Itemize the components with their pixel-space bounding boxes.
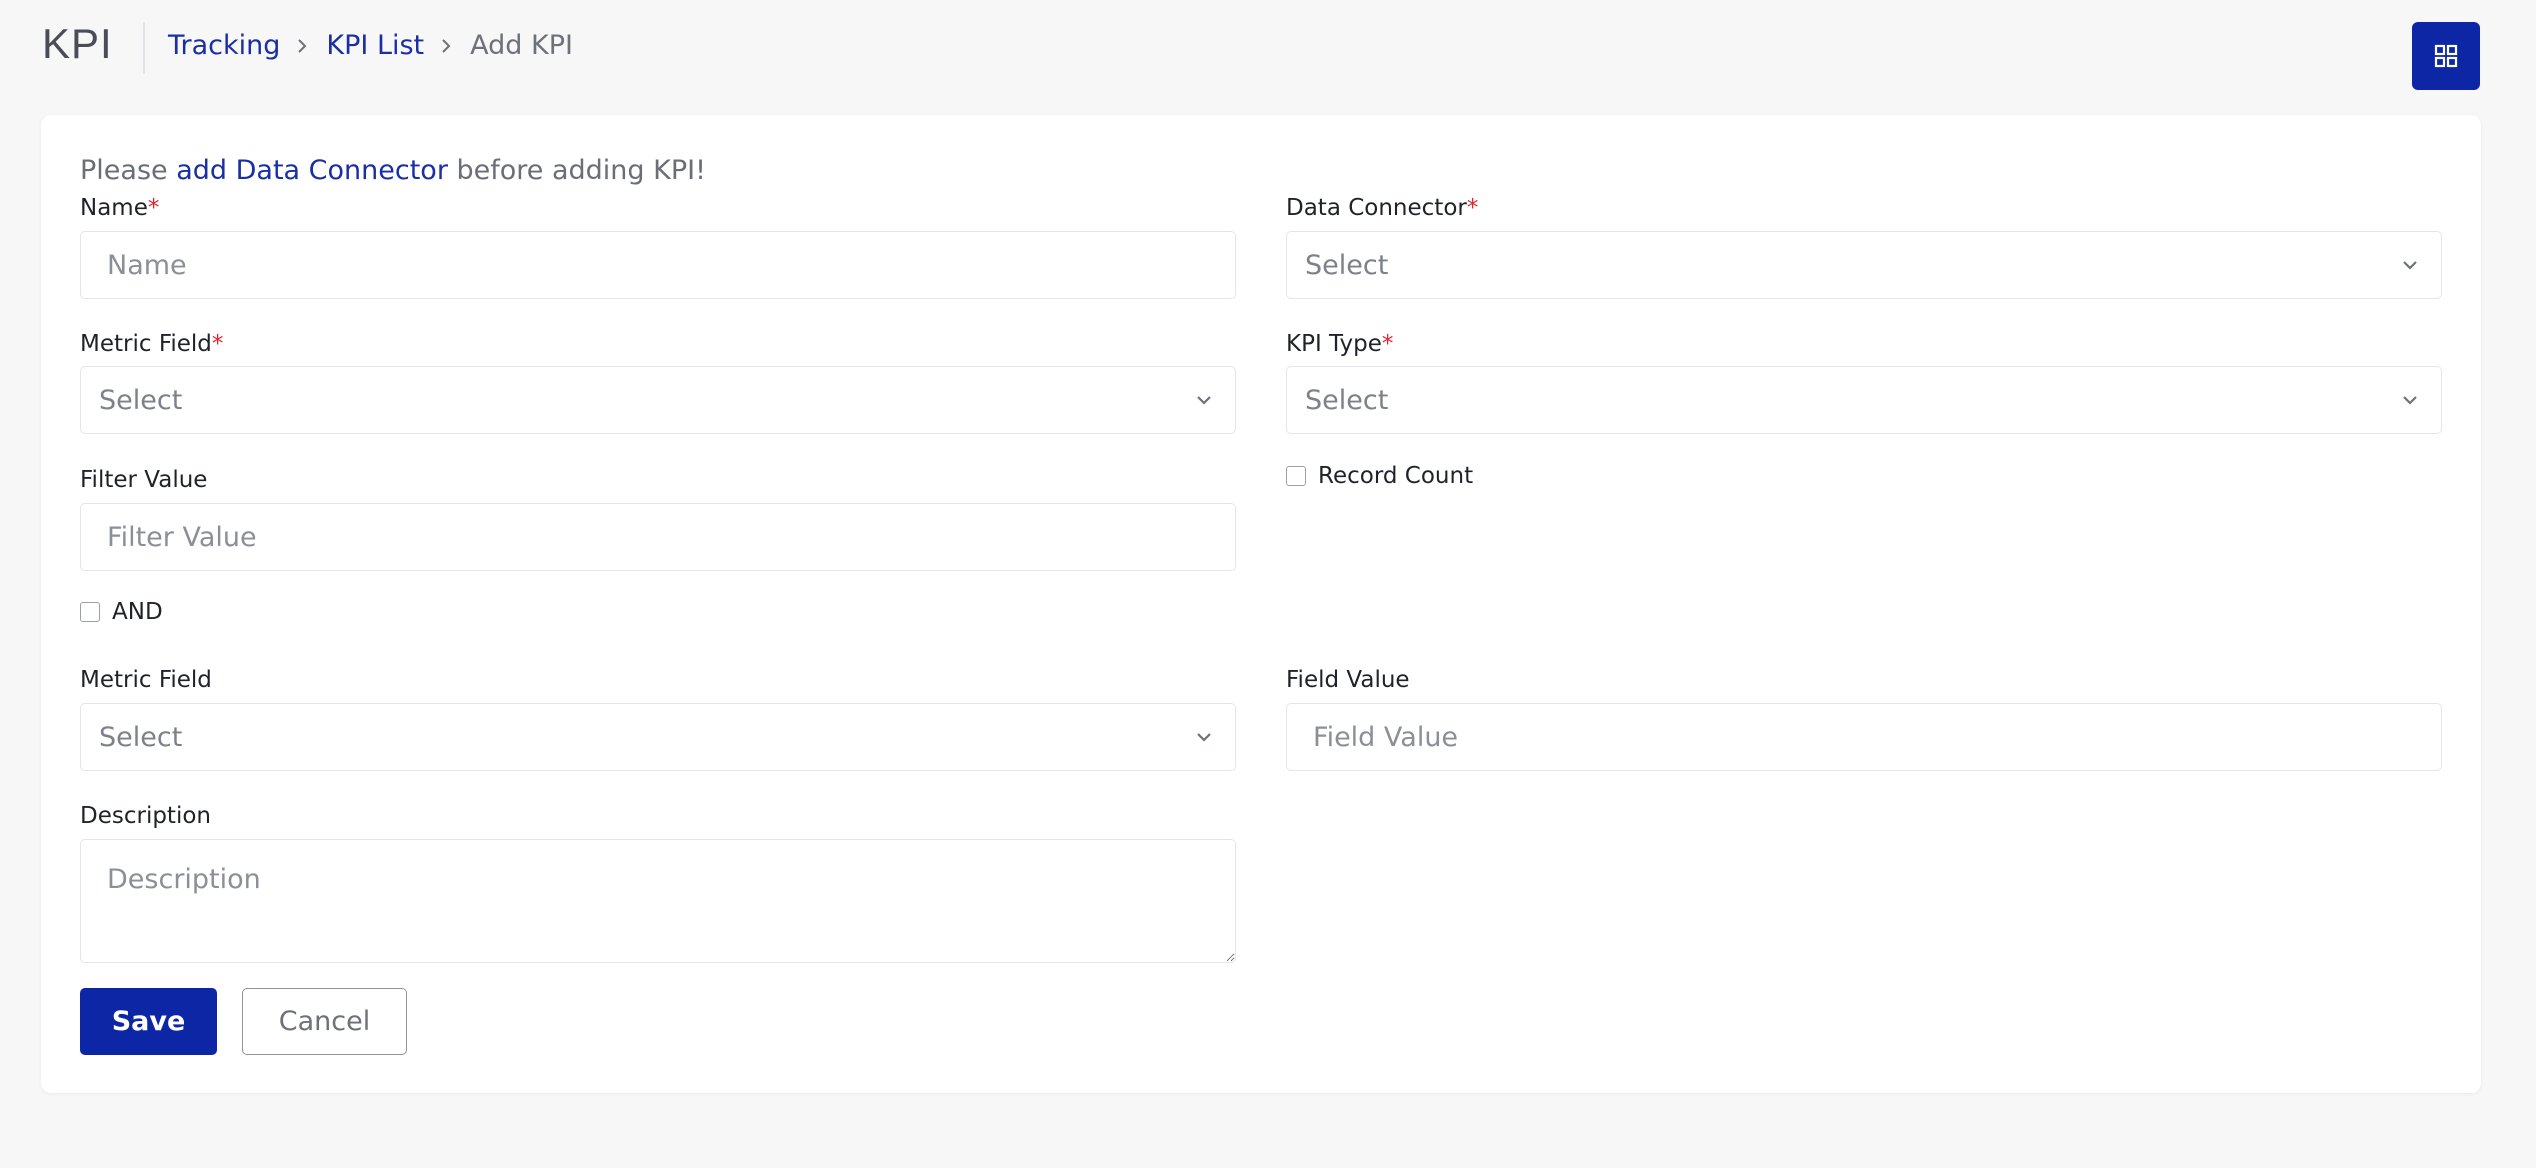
record-count-checkbox[interactable] bbox=[1286, 466, 1306, 486]
chevron-right-icon bbox=[280, 31, 326, 61]
chevron-down-icon bbox=[1197, 396, 1211, 405]
apps-button[interactable] bbox=[2412, 22, 2480, 90]
record-count-checkbox-row[interactable]: Record Count bbox=[1286, 463, 1473, 489]
data-connector-label-text: Data Connector bbox=[1286, 195, 1467, 221]
metric-field-label: Metric Field* bbox=[80, 331, 223, 357]
connector-notice: Please add Data Connector before adding … bbox=[80, 155, 706, 186]
header-divider bbox=[143, 22, 145, 74]
cancel-button[interactable]: Cancel bbox=[242, 988, 407, 1055]
grid-icon bbox=[2434, 44, 2458, 68]
breadcrumb-kpi-list[interactable]: KPI List bbox=[326, 30, 424, 61]
description-textarea[interactable] bbox=[80, 839, 1236, 963]
save-button[interactable]: Save bbox=[80, 988, 217, 1055]
name-label: Name* bbox=[80, 195, 159, 221]
field-value-label: Field Value bbox=[1286, 667, 1410, 693]
required-marker: * bbox=[1466, 195, 1479, 221]
breadcrumb-add-kpi: Add KPI bbox=[470, 30, 573, 61]
metric-field-value: Select bbox=[99, 384, 183, 416]
notice-prefix: Please bbox=[80, 155, 177, 186]
required-marker: * bbox=[147, 195, 160, 221]
chevron-right-icon bbox=[424, 31, 470, 61]
add-data-connector-link[interactable]: add Data Connector bbox=[176, 155, 448, 186]
chevron-down-icon bbox=[2403, 396, 2417, 405]
and-checkbox[interactable] bbox=[80, 602, 100, 622]
description-label: Description bbox=[80, 803, 211, 829]
metric-field-2-value: Select bbox=[99, 721, 183, 753]
breadcrumb-tracking[interactable]: Tracking bbox=[168, 30, 280, 61]
kpi-type-select[interactable]: Select bbox=[1286, 366, 2442, 434]
name-input[interactable] bbox=[80, 231, 1236, 299]
breadcrumb: Tracking KPI List Add KPI bbox=[168, 30, 573, 61]
and-checkbox-row[interactable]: AND bbox=[80, 599, 163, 625]
filter-value-label: Filter Value bbox=[80, 467, 208, 493]
metric-field-2-label: Metric Field bbox=[80, 667, 212, 693]
required-marker: * bbox=[211, 331, 224, 357]
field-value-input[interactable] bbox=[1286, 703, 2442, 771]
kpi-type-value: Select bbox=[1305, 384, 1389, 416]
and-label: AND bbox=[112, 599, 163, 625]
required-marker: * bbox=[1381, 331, 1394, 357]
metric-field-select[interactable]: Select bbox=[80, 366, 1236, 434]
metric-field-2-select[interactable]: Select bbox=[80, 703, 1236, 771]
data-connector-select[interactable]: Select bbox=[1286, 231, 2442, 299]
page-header: KPI Tracking KPI List Add KPI bbox=[0, 0, 2536, 110]
data-connector-value: Select bbox=[1305, 249, 1389, 281]
notice-suffix: before adding KPI! bbox=[447, 155, 706, 186]
kpi-type-label: KPI Type* bbox=[1286, 331, 1393, 357]
chevron-down-icon bbox=[2403, 261, 2417, 270]
page-title: KPI bbox=[42, 20, 113, 67]
chevron-down-icon bbox=[1197, 733, 1211, 742]
kpi-form-card: Please add Data Connector before adding … bbox=[41, 115, 2481, 1093]
record-count-label: Record Count bbox=[1318, 463, 1474, 489]
filter-value-input[interactable] bbox=[80, 503, 1236, 571]
data-connector-label: Data Connector* bbox=[1286, 195, 1478, 221]
name-label-text: Name bbox=[80, 195, 148, 221]
kpi-type-label-text: KPI Type bbox=[1286, 331, 1382, 357]
metric-field-label-text: Metric Field bbox=[80, 331, 212, 357]
